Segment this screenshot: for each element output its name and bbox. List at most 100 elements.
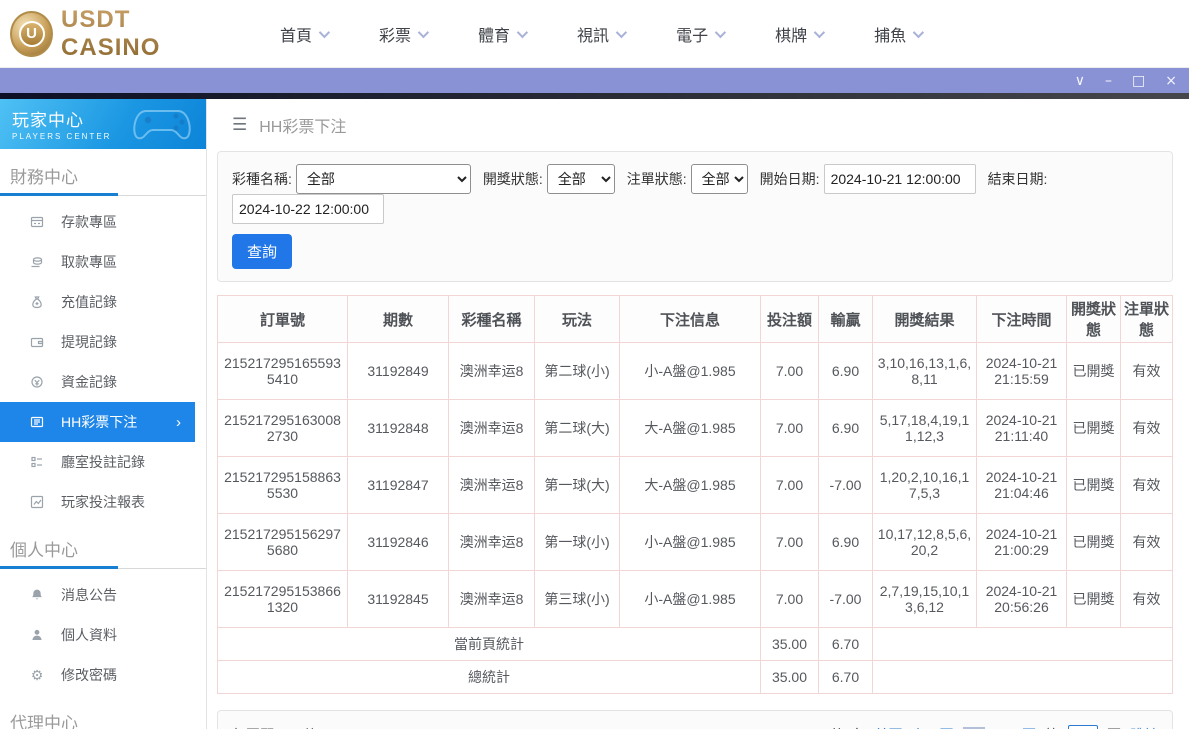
sidebar-section-title: 個人中心 — [0, 522, 206, 568]
draw-status-label: 開獎狀態: — [483, 169, 543, 189]
table-cell: 2152172951630082730 — [218, 400, 348, 457]
table-cell: 2024-10-21 21:11:40 — [977, 400, 1067, 457]
page-prefix-label: 第 — [1045, 725, 1059, 729]
sidebar-item-label: 提現記錄 — [61, 332, 117, 352]
filter-panel: 彩種名稱: 全部 開獎狀態: 全部 注單狀態: 全部 開始日期: 結束日期: 查… — [217, 151, 1173, 282]
sidebar-item[interactable]: 取款專區 — [0, 242, 206, 282]
nav-item-label: 首頁 — [280, 22, 312, 46]
column-header: 期數 — [348, 296, 449, 343]
nav-item-6[interactable]: 棋牌 — [775, 22, 822, 46]
jump-button[interactable]: 跳转 — [1130, 725, 1158, 729]
sidebar-section-title: 代理中心 — [0, 695, 206, 729]
table-cell: 已開獎 — [1067, 343, 1121, 400]
column-header: 訂單號 — [218, 296, 348, 343]
order-status-label: 注單狀態: — [627, 169, 687, 189]
nav-item-label: 視訊 — [577, 22, 609, 46]
sidebar-item-label: 廳室投註記錄 — [61, 452, 145, 472]
column-header: 下注時間 — [977, 296, 1067, 343]
table-cell: 有效 — [1121, 400, 1173, 457]
table-row: 215217295153866132031192845澳洲幸运8第三球(小)小-… — [218, 571, 1173, 628]
start-date-label: 開始日期: — [760, 169, 820, 189]
sidebar-item[interactable]: 玩家投注報表 — [0, 482, 206, 522]
nav-item-label: 捕魚 — [874, 22, 906, 46]
person-icon — [28, 627, 46, 643]
table-cell: 第一球(大) — [535, 457, 620, 514]
summary-bet-total: 35.00 — [761, 628, 819, 661]
nav-item-1[interactable]: 首頁 — [280, 22, 327, 46]
table-row: 215217295156297568031192846澳洲幸运8第一球(小)小-… — [218, 514, 1173, 571]
chevron-down-icon — [319, 26, 330, 37]
chevron-down-icon — [913, 26, 924, 37]
window-close-icon[interactable]: × — [1165, 74, 1177, 88]
summary-win-total: 6.70 — [819, 628, 873, 661]
window-maximize-icon[interactable]: □ — [1132, 74, 1145, 88]
table-cell: 已開獎 — [1067, 457, 1121, 514]
withdraw-record-icon — [28, 334, 46, 350]
lottery-name-select[interactable]: 全部 — [296, 164, 471, 194]
sidebar-item[interactable]: 個人資料 — [0, 615, 206, 655]
nav-item-2[interactable]: 彩票 — [379, 22, 426, 46]
nav-item-3[interactable]: 體育 — [478, 22, 525, 46]
table-cell: 有效 — [1121, 514, 1173, 571]
window-minimize-icon[interactable]: – — [1105, 74, 1112, 88]
sidebar-item-label: 玩家投注報表 — [61, 492, 145, 512]
bets-table-wrap: 訂單號期數彩種名稱玩法下注信息投注額輸贏開獎結果下注時間開獎狀態注單狀態 215… — [217, 295, 1173, 694]
total-count-text: 共5条 — [830, 725, 866, 729]
first-page-link[interactable]: 首页 — [875, 725, 903, 729]
table-cell: 7.00 — [761, 400, 819, 457]
nav-item-7[interactable]: 捕魚 — [874, 22, 921, 46]
order-status-select[interactable]: 全部 — [691, 164, 748, 194]
query-button[interactable]: 查詢 — [232, 234, 292, 269]
table-cell: 已開獎 — [1067, 514, 1121, 571]
sidebar-item[interactable]: 廳室投註記錄 — [0, 442, 206, 482]
column-header: 彩種名稱 — [449, 296, 535, 343]
nav-item-5[interactable]: 電子 — [676, 22, 723, 46]
end-date-input[interactable] — [232, 194, 384, 224]
summary-empty — [873, 661, 1173, 694]
table-cell: 澳洲幸运8 — [449, 457, 535, 514]
sidebar-section-title: 財務中心 — [0, 149, 206, 195]
table-cell: 第一球(小) — [535, 514, 620, 571]
logo[interactable]: U USDT CASINO — [10, 6, 225, 62]
bell-icon — [28, 587, 46, 603]
nav-item-4[interactable]: 視訊 — [577, 22, 624, 46]
chevron-down-icon — [715, 26, 726, 37]
window-titlebar: ∨ – □ × — [0, 68, 1189, 93]
table-cell: 2024-10-21 20:56:26 — [977, 571, 1067, 628]
sidebar-item[interactable]: 提現記錄 — [0, 322, 206, 362]
logo-coin-icon: U — [10, 11, 53, 57]
sidebar-item[interactable]: 資金記錄 — [0, 362, 206, 402]
sidebar-item[interactable]: ⚙修改密碼 — [0, 655, 206, 695]
logo-text: USDT CASINO — [61, 6, 225, 62]
page-jump-input[interactable] — [1068, 725, 1098, 729]
sidebar-item[interactable]: 存款專區 — [0, 202, 206, 242]
summary-win-total: 6.70 — [819, 661, 873, 694]
next-page-link[interactable]: 下一页 — [994, 725, 1036, 729]
table-cell: 澳洲幸运8 — [449, 571, 535, 628]
table-cell: 6.90 — [819, 514, 873, 571]
table-cell: 5,17,18,4,19,11,12,3 — [873, 400, 977, 457]
start-date-input[interactable] — [824, 164, 976, 194]
sidebar-item-label: 取款專區 — [61, 252, 117, 272]
sidebar-item-label: 個人資料 — [61, 625, 117, 645]
table-row: 215217295165593541031192849澳洲幸运8第二球(小)小-… — [218, 343, 1173, 400]
chevron-right-icon: › — [176, 414, 181, 431]
sidebar-item-label: HH彩票下注 — [61, 412, 137, 432]
table-cell: 7.00 — [761, 343, 819, 400]
sidebar-item-label: 存款專區 — [61, 212, 117, 232]
table-cell: 小-A盤@1.985 — [620, 514, 761, 571]
funds-record-icon — [28, 374, 46, 390]
table-cell: 7.00 — [761, 457, 819, 514]
table-cell: 2024-10-21 21:04:46 — [977, 457, 1067, 514]
table-cell: 2152172951655935410 — [218, 343, 348, 400]
column-header: 輸贏 — [819, 296, 873, 343]
sidebar-item[interactable]: 充值記錄 — [0, 282, 206, 322]
table-cell: 31192846 — [348, 514, 449, 571]
menu-burger-icon[interactable]: ☰ — [232, 115, 247, 135]
window-dropdown-icon[interactable]: ∨ — [1075, 74, 1085, 88]
draw-status-select[interactable]: 全部 — [547, 164, 615, 194]
sidebar-item[interactable]: 消息公告 — [0, 575, 206, 615]
prev-page-link[interactable]: 上一页 — [912, 725, 954, 729]
recharge-record-icon — [28, 294, 46, 310]
sidebar-item[interactable]: HH彩票下注 › — [0, 402, 195, 442]
